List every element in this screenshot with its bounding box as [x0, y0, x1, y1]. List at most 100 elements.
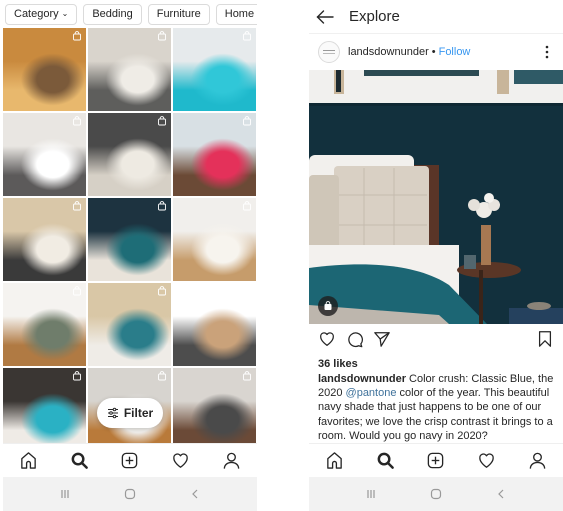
avatar[interactable] — [318, 41, 340, 63]
system-back[interactable] — [495, 488, 507, 500]
home-icon — [21, 451, 36, 469]
chip-label: Furniture — [156, 8, 201, 20]
sliders-icon — [107, 407, 118, 419]
send-icon — [374, 332, 390, 347]
grid-tile[interactable] — [3, 198, 86, 281]
new-post-icon — [428, 452, 444, 468]
comment-button[interactable] — [346, 330, 366, 350]
chip-label: Category — [14, 8, 59, 20]
system-back[interactable] — [189, 488, 201, 500]
grid-tile[interactable] — [88, 28, 171, 111]
nav-new-post[interactable] — [119, 449, 141, 471]
shopping-bag-button[interactable] — [318, 296, 338, 316]
post-header: landsdownunder • Follow — [309, 38, 563, 66]
grid-tile[interactable] — [3, 368, 86, 451]
chip-bedding[interactable]: Bedding — [83, 4, 142, 25]
shopping-bag-icon — [242, 201, 252, 211]
heart-icon — [479, 452, 495, 468]
chip-home-decor[interactable]: Home D — [215, 4, 257, 25]
grid-tile[interactable] — [173, 283, 256, 366]
nav-home[interactable] — [17, 449, 39, 471]
shopping-bag-icon — [242, 286, 252, 296]
nav-profile[interactable] — [527, 449, 549, 471]
likes-count[interactable]: 36 likes — [318, 358, 358, 370]
shopping-bag-icon — [157, 116, 167, 126]
grid-tile[interactable] — [3, 113, 86, 196]
bottom-nav — [3, 443, 257, 476]
filter-label: Filter — [123, 406, 154, 420]
like-button[interactable] — [318, 330, 338, 350]
system-home[interactable] — [124, 488, 136, 500]
more-options-icon[interactable] — [545, 45, 549, 59]
nav-search[interactable] — [374, 449, 396, 471]
nav-home[interactable] — [323, 449, 345, 471]
heart-icon — [320, 332, 334, 346]
home-circle-icon — [124, 488, 136, 500]
nav-search[interactable] — [68, 449, 90, 471]
grid-tile[interactable] — [88, 113, 171, 196]
caption-username[interactable]: landsdownunder — [318, 373, 406, 385]
caption-mention[interactable]: @pantone — [346, 387, 397, 399]
bottom-nav — [309, 443, 563, 476]
page-title: Explore — [349, 8, 400, 25]
back-chevron-icon — [497, 489, 504, 499]
filter-button[interactable]: Filter — [97, 398, 163, 428]
shopping-bag-icon — [157, 201, 167, 211]
system-recent[interactable] — [365, 488, 377, 500]
chip-label: Home D — [224, 8, 257, 20]
grid-tile[interactable] — [173, 368, 256, 451]
home-icon — [327, 451, 342, 469]
explore-grid — [3, 28, 257, 451]
nav-activity[interactable] — [476, 449, 498, 471]
grid-tile[interactable] — [173, 198, 256, 281]
top-bar: Explore — [309, 0, 563, 34]
shopping-bag-icon — [324, 301, 332, 310]
explore-grid-screen: Category ⌄ Bedding Furniture Home D Filt… — [3, 0, 257, 511]
bedroom-photo — [309, 70, 563, 324]
system-nav-bar — [3, 477, 257, 511]
shopping-bag-icon — [242, 371, 252, 381]
home-circle-icon — [430, 488, 442, 500]
grid-tile[interactable] — [88, 283, 171, 366]
share-button[interactable] — [373, 330, 393, 350]
grid-tile[interactable] — [88, 198, 171, 281]
search-icon — [377, 452, 394, 469]
post-caption: landsdownunder Color crush: Classic Blue… — [318, 372, 558, 443]
shopping-bag-icon — [72, 286, 82, 296]
post-image[interactable] — [309, 70, 563, 324]
grid-tile[interactable] — [3, 28, 86, 111]
shopping-bag-icon — [242, 31, 252, 41]
chip-category[interactable]: Category ⌄ — [5, 4, 78, 25]
separator-dot: • — [431, 46, 436, 58]
shopping-bag-icon — [72, 371, 82, 381]
chip-label: Bedding — [92, 8, 133, 20]
system-recent[interactable] — [59, 488, 71, 500]
grid-tile[interactable] — [3, 283, 86, 366]
post-actions — [318, 330, 556, 352]
grid-tile[interactable] — [173, 113, 256, 196]
category-chips: Category ⌄ Bedding Furniture Home D — [5, 4, 257, 25]
profile-icon — [529, 452, 546, 469]
recent-apps-icon — [367, 490, 375, 498]
heart-icon — [173, 452, 189, 468]
comment-icon — [348, 332, 363, 348]
post-username[interactable]: landsdownunder — [348, 46, 429, 58]
system-home[interactable] — [430, 488, 442, 500]
chip-furniture[interactable]: Furniture — [147, 4, 210, 25]
shopping-bag-icon — [242, 116, 252, 126]
back-arrow-icon[interactable] — [316, 9, 334, 24]
back-chevron-icon — [191, 489, 198, 499]
nav-activity[interactable] — [170, 449, 192, 471]
follow-button[interactable]: Follow — [439, 46, 471, 58]
bookmark-icon — [538, 331, 552, 347]
recent-apps-icon — [61, 490, 69, 498]
shopping-bag-icon — [157, 286, 167, 296]
new-post-icon — [122, 452, 138, 468]
nav-profile[interactable] — [221, 449, 243, 471]
shopping-bag-icon — [72, 201, 82, 211]
save-button[interactable] — [536, 330, 556, 350]
nav-new-post[interactable] — [425, 449, 447, 471]
grid-tile[interactable] — [173, 28, 256, 111]
post-detail-screen: Explore landsdownunder • Follow 36 likes… — [309, 0, 563, 511]
profile-icon — [223, 452, 240, 469]
